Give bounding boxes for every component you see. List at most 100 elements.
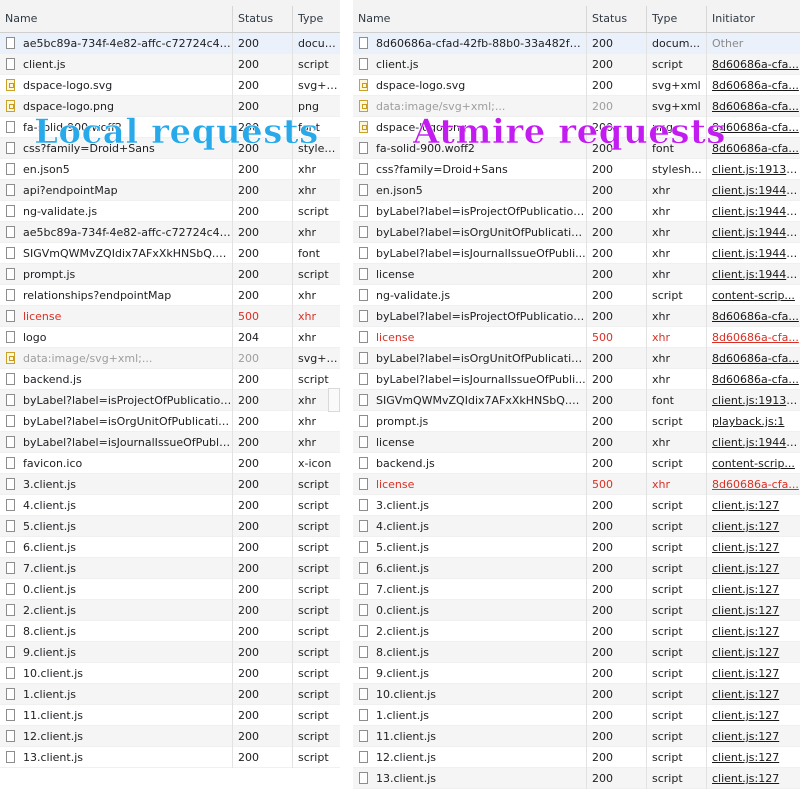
- table-row[interactable]: ae5bc89a-734f-4e82-affc-c72724c42... 200 x…: [0, 222, 340, 243]
- table-row[interactable]: 6.client.js 200 script: [0, 537, 340, 558]
- table-row[interactable]: 12.client.js 200 script: [0, 726, 340, 747]
- table-row[interactable]: client.js 200 script 8d60686a-cfa...: [353, 54, 800, 75]
- table-row[interactable]: logo 204 xhr: [0, 327, 340, 348]
- cell-initiator[interactable]: 8d60686a-cfa...: [706, 96, 800, 117]
- table-row[interactable]: 11.client.js 200 script client.js:127: [353, 726, 800, 747]
- table-row[interactable]: 7.client.js 200 script: [0, 558, 340, 579]
- cell-initiator[interactable]: 8d60686a-cfa...: [706, 138, 800, 159]
- cell-initiator[interactable]: 8d60686a-cfa...: [706, 474, 800, 495]
- cell-initiator[interactable]: client.js:194480: [706, 243, 800, 264]
- table-row[interactable]: 8.client.js 200 script client.js:127: [353, 642, 800, 663]
- table-row[interactable]: 3.client.js 200 script client.js:127: [353, 495, 800, 516]
- cell-initiator[interactable]: 8d60686a-cfa...: [706, 348, 800, 369]
- cell-initiator[interactable]: client.js:194480: [706, 432, 800, 453]
- table-row[interactable]: 13.client.js 200 script: [0, 747, 340, 768]
- cell-initiator[interactable]: client.js:127: [706, 558, 800, 579]
- cell-initiator[interactable]: content-scrip...: [706, 453, 800, 474]
- table-row[interactable]: byLabel?label=isJournalIssueOfPubli... 20…: [0, 432, 340, 453]
- cell-initiator[interactable]: playback.js:1: [706, 411, 800, 432]
- panel-resize-handle[interactable]: [328, 388, 340, 412]
- table-row[interactable]: 0.client.js 200 script client.js:127: [353, 600, 800, 621]
- cell-initiator[interactable]: client.js:191396: [706, 390, 800, 411]
- table-row[interactable]: license 500 xhr 8d60686a-cfa...: [353, 327, 800, 348]
- cell-initiator[interactable]: client.js:191392: [706, 159, 800, 180]
- cell-initiator[interactable]: content-scrip...: [706, 285, 800, 306]
- table-row[interactable]: dspace-logo.png 200 png 8d60686a-cfa...: [353, 117, 800, 138]
- cell-initiator[interactable]: client.js:194480: [706, 222, 800, 243]
- cell-initiator[interactable]: client.js:194480: [706, 180, 800, 201]
- cell-initiator[interactable]: client.js:127: [706, 600, 800, 621]
- cell-initiator[interactable]: 8d60686a-cfa...: [706, 54, 800, 75]
- table-row[interactable]: byLabel?label=isProjectOfPublication... 2…: [353, 201, 800, 222]
- table-row[interactable]: 12.client.js 200 script client.js:127: [353, 747, 800, 768]
- cell-initiator[interactable]: client.js:127: [706, 621, 800, 642]
- table-row[interactable]: backend.js 200 script content-scrip...: [353, 453, 800, 474]
- table-row[interactable]: dspace-logo.svg 200 svg+xml 8d60686a-cfa...: [353, 75, 800, 96]
- cell-initiator[interactable]: client.js:127: [706, 768, 800, 789]
- table-row[interactable]: fa-solid-900.woff2 200 font 8d60686a-cfa...: [353, 138, 800, 159]
- cell-initiator[interactable]: client.js:127: [706, 642, 800, 663]
- cell-initiator[interactable]: client.js:127: [706, 747, 800, 768]
- table-row[interactable]: 1.client.js 200 script client.js:127: [353, 705, 800, 726]
- table-row[interactable]: 9.client.js 200 script: [0, 642, 340, 663]
- table-row[interactable]: backend.js 200 script: [0, 369, 340, 390]
- table-row[interactable]: 10.client.js 200 script: [0, 663, 340, 684]
- table-row[interactable]: SIGVmQWMvZQIdix7AFxXkHNSbQ.w... 200 font cl…: [353, 390, 800, 411]
- table-row[interactable]: byLabel?label=isOrgUnitOfPublicatio... 20…: [353, 348, 800, 369]
- table-row[interactable]: 2.client.js 200 script client.js:127: [353, 621, 800, 642]
- table-row[interactable]: byLabel?label=isJournalIssueOfPubli... 20…: [353, 243, 800, 264]
- table-row[interactable]: 1.client.js 200 script: [0, 684, 340, 705]
- table-row[interactable]: byLabel?label=isProjectOfPublication... 2…: [0, 390, 340, 411]
- table-row[interactable]: dspace-logo.svg 200 svg+xml: [0, 75, 340, 96]
- table-row[interactable]: ng-validate.js 200 script: [0, 201, 340, 222]
- column-header-name[interactable]: Name: [0, 6, 232, 32]
- table-row[interactable]: 8d60686a-cfad-42fb-88b0-33a482fa... 200 do…: [353, 33, 800, 54]
- cell-initiator[interactable]: client.js:127: [706, 537, 800, 558]
- table-row[interactable]: 7.client.js 200 script client.js:127: [353, 579, 800, 600]
- table-row[interactable]: license 500 xhr: [0, 306, 340, 327]
- cell-initiator[interactable]: client.js:127: [706, 705, 800, 726]
- column-header-name[interactable]: Name: [353, 6, 586, 32]
- column-header-type[interactable]: Type: [292, 6, 340, 32]
- table-row[interactable]: api?endpointMap 200 xhr: [0, 180, 340, 201]
- cell-initiator[interactable]: client.js:194480: [706, 201, 800, 222]
- table-row[interactable]: en.json5 200 xhr: [0, 159, 340, 180]
- table-row[interactable]: client.js 200 script: [0, 54, 340, 75]
- table-row[interactable]: SIGVmQWMvZQIdix7AFxXkHNSbQ.w... 200 font: [0, 243, 340, 264]
- table-row[interactable]: css?family=Droid+Sans 200 stylesh...: [0, 138, 340, 159]
- table-row[interactable]: en.json5 200 xhr client.js:194480: [353, 180, 800, 201]
- table-row[interactable]: 13.client.js 200 script client.js:127: [353, 768, 800, 789]
- table-row[interactable]: relationships?endpointMap 200 xhr: [0, 285, 340, 306]
- table-row[interactable]: 3.client.js 200 script: [0, 474, 340, 495]
- table-row[interactable]: css?family=Droid+Sans 200 stylesh... client…: [353, 159, 800, 180]
- cell-initiator[interactable]: client.js:127: [706, 663, 800, 684]
- table-row[interactable]: byLabel?label=isOrgUnitOfPublicatio... 20…: [0, 411, 340, 432]
- table-row[interactable]: license 500 xhr 8d60686a-cfa...: [353, 474, 800, 495]
- table-row[interactable]: data:image/svg+xml;... 200 svg+xml 8d60686a…: [353, 96, 800, 117]
- table-row[interactable]: 6.client.js 200 script client.js:127: [353, 558, 800, 579]
- table-row[interactable]: 5.client.js 200 script client.js:127: [353, 537, 800, 558]
- table-row[interactable]: ng-validate.js 200 script content-scrip...: [353, 285, 800, 306]
- table-row[interactable]: 10.client.js 200 script client.js:127: [353, 684, 800, 705]
- table-row[interactable]: ae5bc89a-734f-4e82-affc-c72724c42... 200 d…: [0, 33, 340, 54]
- cell-initiator[interactable]: 8d60686a-cfa...: [706, 369, 800, 390]
- table-row[interactable]: 4.client.js 200 script: [0, 495, 340, 516]
- column-header-status[interactable]: Status: [586, 6, 646, 32]
- column-header-initiator[interactable]: Initiator: [706, 6, 800, 32]
- table-row[interactable]: dspace-logo.png 200 png: [0, 96, 340, 117]
- cell-initiator[interactable]: client.js:127: [706, 684, 800, 705]
- cell-initiator[interactable]: 8d60686a-cfa...: [706, 327, 800, 348]
- table-row[interactable]: fa-solid-900.woff2 200 font: [0, 117, 340, 138]
- column-header-type[interactable]: Type: [646, 6, 706, 32]
- cell-initiator[interactable]: 8d60686a-cfa...: [706, 75, 800, 96]
- table-row[interactable]: byLabel?label=isJournalIssueOfPubli... 20…: [353, 369, 800, 390]
- cell-initiator[interactable]: client.js:194480: [706, 264, 800, 285]
- cell-initiator[interactable]: 8d60686a-cfa...: [706, 117, 800, 138]
- table-row[interactable]: 2.client.js 200 script: [0, 600, 340, 621]
- table-row[interactable]: prompt.js 200 script playback.js:1: [353, 411, 800, 432]
- cell-initiator[interactable]: 8d60686a-cfa...: [706, 306, 800, 327]
- table-row[interactable]: byLabel?label=isOrgUnitOfPublicatio... 20…: [353, 222, 800, 243]
- table-row[interactable]: license 200 xhr client.js:194480: [353, 432, 800, 453]
- table-row[interactable]: data:image/svg+xml;... 200 svg+xml: [0, 348, 340, 369]
- table-row[interactable]: byLabel?label=isProjectOfPublication... 2…: [353, 306, 800, 327]
